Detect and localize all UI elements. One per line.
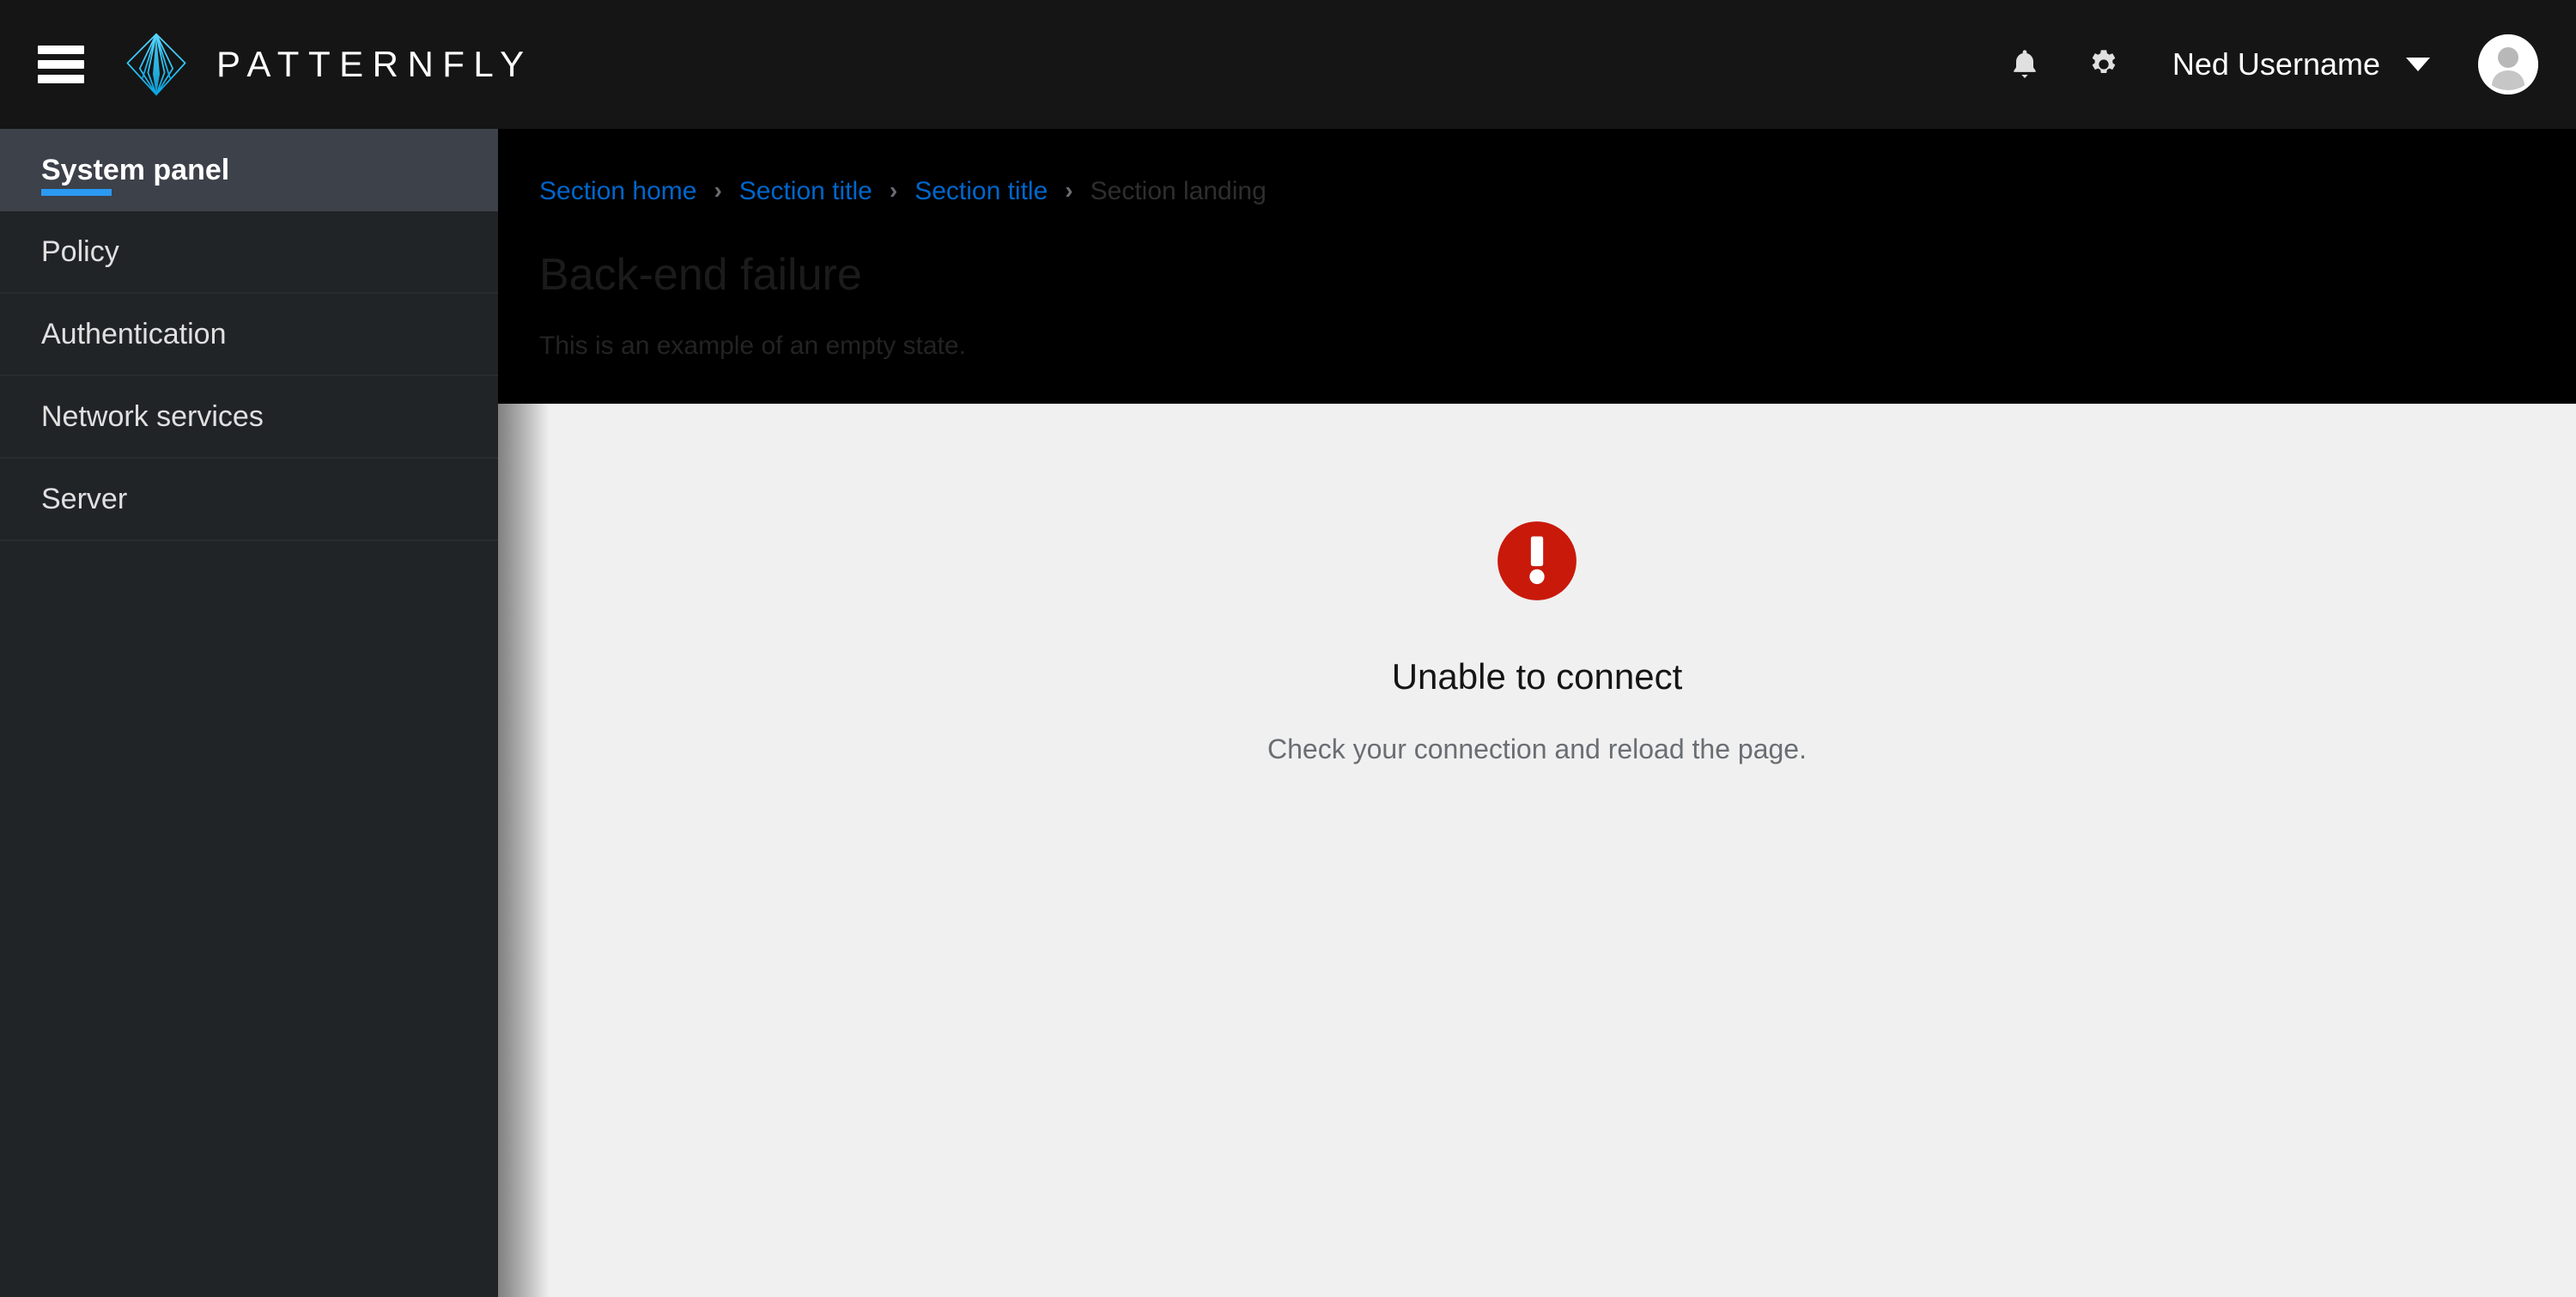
- nav-toggle-hamburger-icon[interactable]: [38, 46, 84, 83]
- sidebar-item-authentication[interactable]: Authentication: [0, 294, 498, 376]
- empty-state: Unable to connect Check your connection …: [498, 404, 2576, 769]
- masthead-left: PATTERNFLY: [0, 30, 533, 99]
- empty-state-title: Unable to connect: [1391, 656, 1683, 697]
- content-area: Section home › Section title › Section t…: [498, 129, 2576, 1297]
- brand-name: PATTERNFLY: [216, 44, 533, 84]
- hamburger-bar: [38, 60, 84, 69]
- page-title: Back-end failure: [539, 250, 862, 300]
- breadcrumb-item-current: Section landing: [1090, 177, 1267, 205]
- active-indicator: [41, 189, 112, 196]
- page-header: Section home › Section title › Section t…: [498, 129, 2576, 404]
- app-root: PATTERNFLY Ned Username System panel Pol…: [0, 0, 2576, 1297]
- page-subtitle: This is an example of an empty state.: [539, 332, 966, 361]
- sidebar-navigation: System panel Policy Authentication Netwo…: [0, 129, 498, 1297]
- gear-icon: [2092, 50, 2116, 73]
- empty-state-body: Check your connection and reload the pag…: [1267, 734, 1807, 764]
- brand-logo[interactable]: PATTERNFLY: [122, 30, 533, 99]
- avatar[interactable]: [2478, 34, 2538, 94]
- masthead-right: Ned Username: [1985, 25, 2576, 104]
- masthead: PATTERNFLY Ned Username: [0, 0, 2576, 129]
- breadcrumb-item[interactable]: Section title: [914, 177, 1048, 206]
- sidebar-item-policy[interactable]: Policy: [0, 211, 498, 294]
- main-panel: Unable to connect Check your connection …: [498, 404, 2576, 1297]
- exclamation-circle-icon: [1498, 521, 1577, 600]
- breadcrumb-separator-icon: ›: [889, 177, 898, 204]
- breadcrumb: Section home › Section title › Section t…: [539, 177, 2535, 206]
- patternfly-diamond-icon: [126, 33, 186, 96]
- sidebar-item-label: Authentication: [41, 317, 227, 350]
- user-menu[interactable]: Ned Username: [2172, 46, 2430, 82]
- sidebar-item-label: Server: [41, 482, 128, 515]
- user-name-label: Ned Username: [2172, 46, 2380, 82]
- breadcrumb-separator-icon: ›: [714, 177, 722, 204]
- chevron-down-icon: [2406, 58, 2430, 71]
- avatar-person-icon: [2478, 34, 2538, 94]
- sidebar-item-system-panel[interactable]: System panel: [0, 129, 498, 211]
- breadcrumb-item[interactable]: Section title: [739, 177, 872, 206]
- sidebar-item-server[interactable]: Server: [0, 459, 498, 541]
- sidebar-item-label: Policy: [41, 234, 119, 268]
- sidebar-item-label: Network services: [41, 399, 264, 433]
- breadcrumb-separator-icon: ›: [1065, 177, 1073, 204]
- breadcrumb-item[interactable]: Section home: [539, 177, 696, 206]
- bell-icon: [2014, 50, 2036, 78]
- settings-button[interactable]: [2064, 25, 2143, 104]
- hamburger-bar: [38, 75, 84, 83]
- notifications-button[interactable]: [1985, 25, 2064, 104]
- hamburger-bar: [38, 46, 84, 54]
- sidebar-item-network-services[interactable]: Network services: [0, 376, 498, 459]
- sidebar-item-label: System panel: [41, 153, 230, 186]
